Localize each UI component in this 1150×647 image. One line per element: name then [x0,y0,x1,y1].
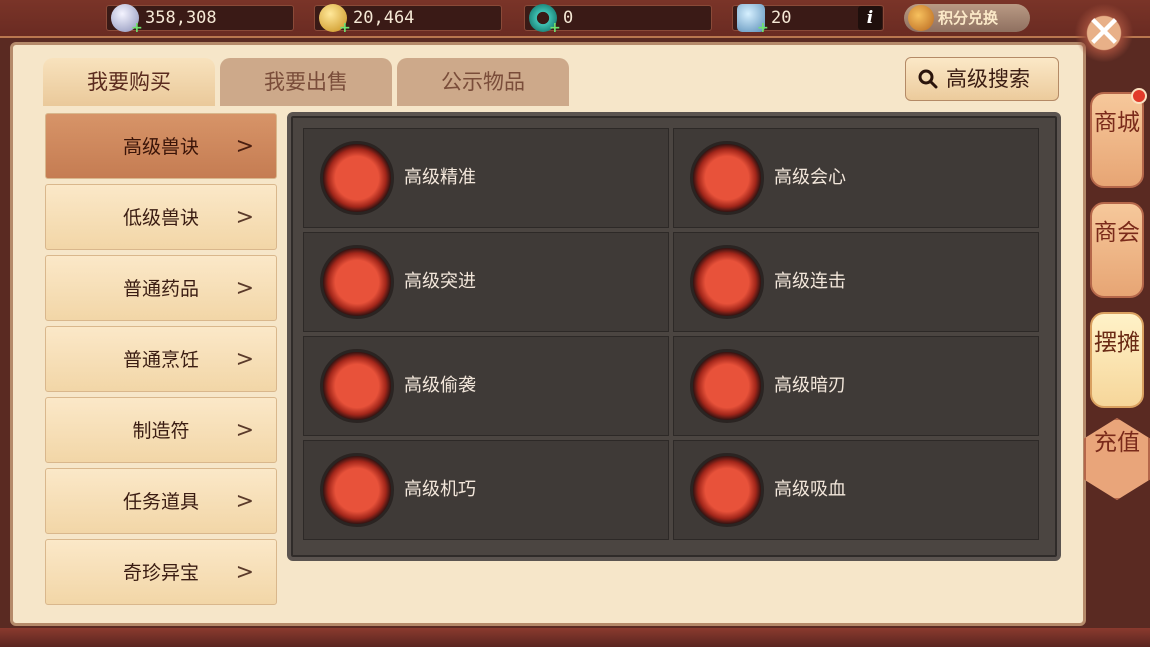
item-label: 高级偷袭 [404,375,476,396]
add-ticket-icon[interactable]: + [757,20,769,36]
close-button[interactable]: ✕ [1068,0,1140,66]
item-label: 高级机巧 [404,479,476,500]
add-silver-icon[interactable]: + [131,20,143,36]
chevron-right-icon: > [235,134,254,159]
notification-dot [1131,88,1147,104]
currency-bar: + 358,308 + 20,464 + 0 + 20 i 积分兑换 [0,0,1150,38]
money-bag-icon [908,5,934,31]
points-exchange-label: 积分兑换 [938,9,999,27]
tab-guild-shop[interactable]: 商会 [1090,202,1144,298]
category-basic-beast-skill[interactable]: 低级兽诀 > [45,184,277,250]
item-label: 高级精准 [404,167,476,188]
advanced-search-button[interactable]: 高级搜索 [905,57,1059,101]
item-card[interactable]: 高级连击 [673,232,1039,332]
chevron-right-icon: > [235,560,254,585]
category-label: 奇珍异宝 [122,562,199,584]
category-label: 高级兽诀 [122,136,199,158]
chevron-right-icon: > [235,276,254,301]
lifesteal-skill-icon [690,453,764,527]
category-label: 低级兽诀 [122,207,199,229]
combo-skill-icon [690,245,764,319]
chevron-right-icon: > [235,205,254,230]
category-medicine[interactable]: 普通药品 > [45,255,277,321]
category-advanced-beast-skill[interactable]: 高级兽诀 > [45,113,277,179]
tab-buy[interactable]: 我要购买 [43,58,215,106]
item-card[interactable]: 高级会心 [673,128,1039,228]
silver-currency[interactable]: + 358,308 [106,4,294,36]
precision-skill-icon [320,141,394,215]
recharge-button[interactable]: 充值 [1084,418,1150,500]
ingenuity-skill-icon [320,453,394,527]
gold-value: 20,464 [353,8,415,28]
item-card[interactable]: 高级精准 [303,128,669,228]
jade-currency[interactable]: + 0 [524,4,712,36]
info-button[interactable]: i [858,6,882,30]
chevron-right-icon: > [235,347,254,372]
advanced-search-label: 高级搜索 [946,67,1030,91]
tab-public-items[interactable]: 公示物品 [397,58,569,106]
category-crafting-charm[interactable]: 制造符 > [45,397,277,463]
add-jade-icon[interactable]: + [549,20,561,36]
market-panel: 我要购买 我要出售 公示物品 高级搜索 高级兽诀 > 低级兽诀 > 普通药品 >… [10,42,1086,626]
category-treasures[interactable]: 奇珍异宝 > [45,539,277,605]
item-grid: 高级精准 高级会心 高级突进 高级连击 高级偷袭 高级暗刃 高级机巧 高级吸血 [287,112,1061,561]
tab-sell[interactable]: 我要出售 [220,58,392,106]
chevron-right-icon: > [235,489,254,514]
category-quest-items[interactable]: 任务道具 > [45,468,277,534]
item-label: 高级暗刃 [774,375,846,396]
ticket-value: 20 [771,8,792,28]
item-label: 高级突进 [404,271,476,292]
category-label: 任务道具 [122,491,199,513]
category-label: 制造符 [132,420,190,442]
charge-skill-icon [320,245,394,319]
item-label: 高级连击 [774,271,846,292]
jade-value: 0 [563,8,574,28]
bottom-frame [0,628,1150,647]
ambush-skill-icon [320,349,394,423]
tab-mall[interactable]: 商城 [1090,92,1144,188]
dark-blade-skill-icon [690,349,764,423]
chevron-right-icon: > [235,418,254,443]
silver-value: 358,308 [145,8,217,28]
item-label: 高级吸血 [774,479,846,500]
category-cooking[interactable]: 普通烹饪 > [45,326,277,392]
gold-currency[interactable]: + 20,464 [314,4,502,36]
category-label: 普通药品 [122,278,199,300]
item-card[interactable]: 高级突进 [303,232,669,332]
item-card[interactable]: 高级偷袭 [303,336,669,436]
tab-stall[interactable]: 摆摊 [1090,312,1144,408]
category-label: 普通烹饪 [122,349,199,371]
add-gold-icon[interactable]: + [339,20,351,36]
item-label: 高级会心 [774,167,846,188]
critical-skill-icon [690,141,764,215]
points-exchange-button[interactable]: 积分兑换 [904,4,1030,32]
item-card[interactable]: 高级暗刃 [673,336,1039,436]
item-card[interactable]: 高级吸血 [673,440,1039,540]
item-card[interactable]: 高级机巧 [303,440,669,540]
search-icon [918,69,938,89]
